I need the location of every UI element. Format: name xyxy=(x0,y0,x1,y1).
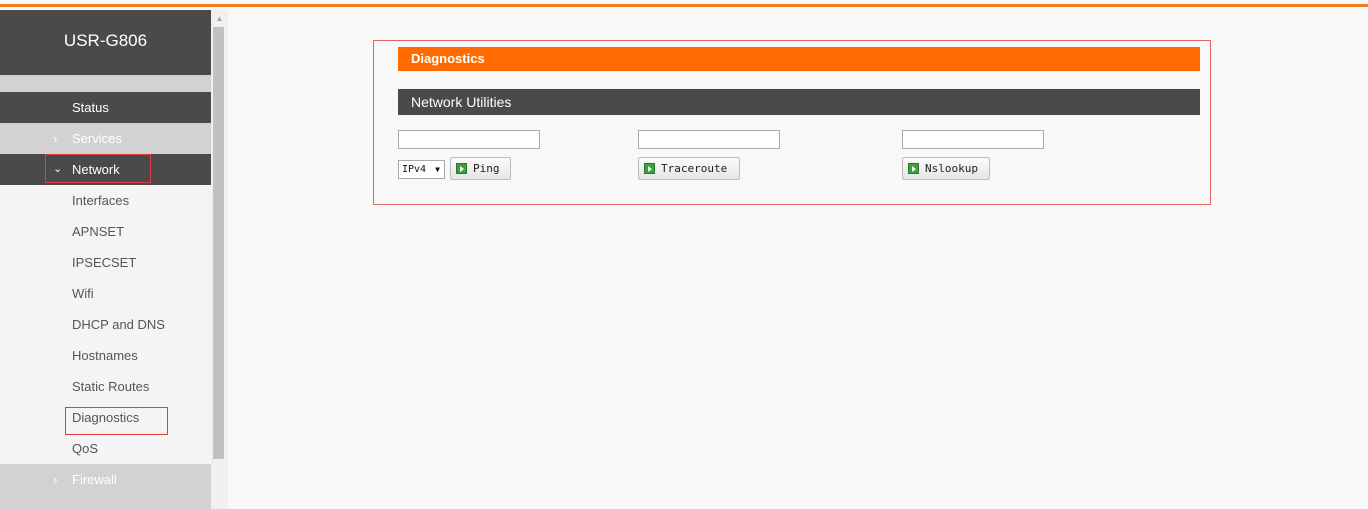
sidebar-item-label: APNSET xyxy=(72,224,125,239)
page-title: Diagnostics xyxy=(398,47,1200,71)
sidebar-item-label: Wifi xyxy=(72,286,94,301)
sidebar-item-label: Firewall xyxy=(72,472,117,487)
sidebar-item-label: QoS xyxy=(72,441,99,456)
play-icon xyxy=(644,163,655,174)
ping-button[interactable]: Ping xyxy=(450,157,511,180)
ip-version-value: IPv4 xyxy=(402,164,427,175)
ping-button-label: Ping xyxy=(473,162,500,175)
play-icon xyxy=(908,163,919,174)
sidebar-item-dhcp[interactable]: DHCP and DNS xyxy=(0,309,211,340)
sidebar-item-ipsecset[interactable]: IPSECSET xyxy=(0,247,211,278)
sidebar-item-label: IPSECSET xyxy=(72,255,137,270)
sidebar-item-hostnames[interactable]: Hostnames xyxy=(0,340,211,371)
sidebar-item-label: Services xyxy=(72,131,122,146)
nslookup-button[interactable]: Nslookup xyxy=(902,157,990,180)
sidebar-item-label: Interfaces xyxy=(72,193,130,208)
sidebar-item-interfaces[interactable]: Interfaces xyxy=(0,185,211,216)
sidebar-item-wifi[interactable]: Wifi xyxy=(0,278,211,309)
play-icon xyxy=(456,163,467,174)
sidebar-scrollbar[interactable]: ▲ xyxy=(211,10,228,509)
traceroute-button-label: Traceroute xyxy=(661,162,728,175)
sidebar-item-static-routes[interactable]: Static Routes xyxy=(0,371,211,402)
ip-version-select[interactable]: IPv4 ▼ xyxy=(398,160,445,179)
sidebar: USR-G806 Status › Services ⌄ Network Int… xyxy=(0,10,211,509)
scrollbar-thumb[interactable] xyxy=(213,27,224,459)
traceroute-host-input[interactable] xyxy=(638,130,780,149)
sidebar-item-status[interactable]: Status xyxy=(0,92,211,123)
sidebar-item-label: Status xyxy=(72,100,109,115)
ping-host-input[interactable] xyxy=(398,130,540,149)
sidebar-item-services[interactable]: › Services xyxy=(0,123,211,154)
chevron-right-icon: › xyxy=(53,131,58,146)
chevron-right-icon: › xyxy=(53,472,58,487)
dropdown-arrow-icon: ▼ xyxy=(435,165,440,174)
nslookup-host-input[interactable] xyxy=(902,130,1044,149)
sidebar-item-apnset[interactable]: APNSET xyxy=(0,216,211,247)
brand-title: USR-G806 xyxy=(0,10,211,75)
diagnostics-highlight-box xyxy=(65,407,168,435)
section-title: Network Utilities xyxy=(398,89,1200,115)
diagnostics-panel: Diagnostics Network Utilities IPv4 ▼ Pin… xyxy=(373,40,1211,205)
sidebar-item-qos[interactable]: QoS xyxy=(0,433,211,464)
scroll-up-icon[interactable]: ▲ xyxy=(211,10,228,27)
sidebar-item-label: Hostnames xyxy=(72,348,138,363)
sidebar-item-label: DHCP and DNS xyxy=(72,317,165,332)
top-accent-bar xyxy=(0,0,1368,7)
network-highlight-box xyxy=(45,154,151,183)
traceroute-button[interactable]: Traceroute xyxy=(638,157,740,180)
sidebar-item-label: Static Routes xyxy=(72,379,150,394)
sidebar-item-firewall[interactable]: › Firewall xyxy=(0,464,211,495)
nslookup-button-label: Nslookup xyxy=(925,162,978,175)
